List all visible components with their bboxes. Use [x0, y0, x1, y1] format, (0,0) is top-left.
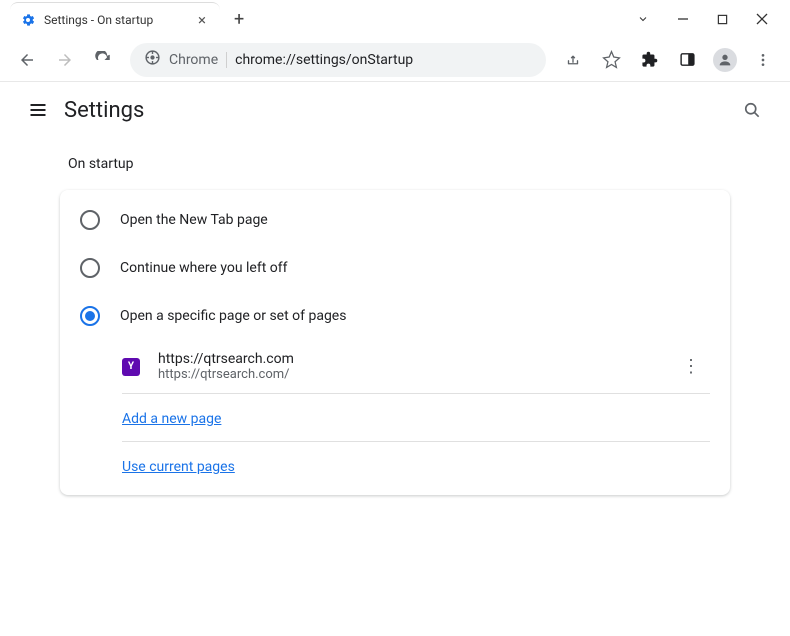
hamburger-menu-button[interactable] — [18, 90, 58, 130]
settings-header: Settings — [0, 82, 790, 138]
page-title-text: https://qtrsearch.com — [158, 351, 672, 367]
forward-button[interactable] — [48, 43, 82, 77]
browser-toolbar: Chrome chrome://settings/onStartup — [0, 38, 790, 82]
browser-tab[interactable]: Settings - On startup × — [10, 2, 220, 36]
option-label: Open a specific page or set of pages — [120, 308, 346, 324]
avatar-icon — [713, 48, 737, 72]
radio-icon — [80, 258, 100, 278]
option-continue[interactable]: Continue where you left off — [60, 244, 730, 292]
extensions-button[interactable] — [632, 43, 666, 77]
use-current-pages-link[interactable]: Use current pages — [122, 459, 235, 475]
page-url-text: https://qtrsearch.com/ — [158, 367, 672, 382]
option-label: Open the New Tab page — [120, 212, 268, 228]
section-title: On startup — [68, 156, 730, 172]
site-info-icon[interactable] — [144, 49, 161, 70]
reload-button[interactable] — [86, 43, 120, 77]
add-page-row: Add a new page — [60, 394, 730, 441]
new-tab-button[interactable]: + — [234, 9, 244, 30]
url-divider — [226, 52, 227, 68]
search-settings-button[interactable] — [732, 90, 772, 130]
minimize-icon[interactable] — [677, 13, 689, 25]
tab-close-icon[interactable]: × — [194, 11, 210, 29]
option-new-tab[interactable]: Open the New Tab page — [60, 196, 730, 244]
tab-title: Settings - On startup — [44, 13, 194, 27]
address-bar[interactable]: Chrome chrome://settings/onStartup — [130, 43, 546, 77]
add-new-page-link[interactable]: Add a new page — [122, 411, 221, 427]
chrome-menu-button[interactable] — [746, 43, 780, 77]
maximize-icon[interactable] — [717, 14, 728, 25]
radio-selected-icon — [80, 306, 100, 326]
page-title: Settings — [64, 98, 144, 123]
share-button[interactable] — [556, 43, 590, 77]
back-button[interactable] — [10, 43, 44, 77]
settings-content: On startup Open the New Tab page Continu… — [0, 138, 790, 503]
profile-button[interactable] — [708, 43, 742, 77]
close-icon[interactable] — [756, 13, 768, 25]
use-current-row: Use current pages — [60, 442, 730, 489]
settings-gear-icon — [20, 12, 36, 28]
page-kebab-menu[interactable]: ⋮ — [672, 350, 710, 383]
option-label: Continue where you left off — [120, 260, 288, 276]
page-favicon-icon: Y — [122, 358, 140, 376]
page-info: https://qtrsearch.com https://qtrsearch.… — [158, 351, 672, 382]
option-specific-pages[interactable]: Open a specific page or set of pages — [60, 292, 730, 340]
bookmark-button[interactable] — [594, 43, 628, 77]
radio-icon — [80, 210, 100, 230]
dropdown-caret-icon[interactable] — [637, 13, 649, 25]
url-path: chrome://settings/onStartup — [235, 52, 413, 68]
tab-strip: Settings - On startup × + — [0, 0, 790, 38]
url-host: Chrome — [169, 52, 218, 68]
startup-page-row: Y https://qtrsearch.com https://qtrsearc… — [60, 340, 730, 393]
startup-card: Open the New Tab page Continue where you… — [60, 190, 730, 495]
sidepanel-button[interactable] — [670, 43, 704, 77]
